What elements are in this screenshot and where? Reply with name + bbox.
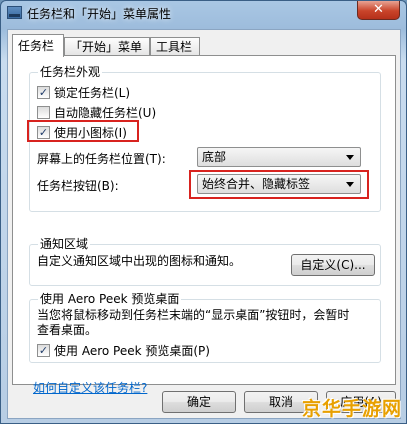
- notification-text: 自定义通知区域中出现的图标和通知。: [37, 254, 242, 268]
- small-icons-check-icon: ✓: [37, 126, 50, 139]
- autohide-label: 自动隐藏任务栏(U): [54, 106, 157, 120]
- autohide-checkbox[interactable]: 自动隐藏任务栏(U): [37, 104, 156, 121]
- aero-peek-label: 使用 Aero Peek 预览桌面(P): [54, 344, 210, 358]
- dialog-client-area: 任务栏 「开始」菜单 工具栏 任务栏外观 ✓ 锁定任务栏(L) 自动隐藏任务栏(…: [7, 29, 401, 419]
- watermark-logo: 京华手游网: [301, 398, 402, 420]
- tab-toolbars[interactable]: 工具栏: [150, 37, 200, 56]
- tab-panel-taskbar: 任务栏外观 ✓ 锁定任务栏(L) 自动隐藏任务栏(U) ✓ 使用小图标(I) 屏…: [12, 55, 396, 395]
- location-value: 底部: [202, 150, 227, 164]
- location-dropdown[interactable]: 底部: [197, 147, 361, 167]
- lock-taskbar-label: 锁定任务栏(L): [54, 86, 131, 100]
- close-button[interactable]: ✕: [357, 1, 400, 20]
- lock-taskbar-checkbox[interactable]: ✓ 锁定任务栏(L): [37, 84, 130, 101]
- small-icons-label: 使用小图标(I): [54, 126, 127, 140]
- aero-peek-legend: 使用 Aero Peek 预览桌面: [38, 292, 182, 306]
- aero-peek-desc-line2: 查看桌面。: [37, 323, 98, 337]
- customize-button[interactable]: 自定义(C)...: [291, 254, 375, 276]
- autohide-box-icon: [37, 106, 50, 119]
- dialog-window: 任务栏和「开始」菜单属性 ✕ 任务栏 「开始」菜单 工具栏 任务栏外观 ✓ 锁定…: [0, 0, 407, 424]
- help-link[interactable]: 如何自定义该任务栏?: [33, 379, 147, 396]
- tab-taskbar[interactable]: 任务栏: [12, 34, 64, 57]
- lock-check-icon: ✓: [37, 86, 50, 99]
- appearance-legend: 任务栏外观: [38, 65, 103, 79]
- taskbar-buttons-value: 始终合并、隐藏标签: [202, 177, 311, 191]
- ok-button[interactable]: 确定: [162, 391, 236, 413]
- notification-legend: 通知区域: [38, 237, 91, 251]
- tab-start-menu[interactable]: 「开始」菜单: [64, 37, 150, 56]
- small-icons-checkbox[interactable]: ✓ 使用小图标(I): [37, 124, 127, 141]
- taskbar-buttons-dropdown[interactable]: 始终合并、隐藏标签: [197, 174, 361, 194]
- window-title: 任务栏和「开始」菜单属性: [27, 7, 172, 21]
- aero-peek-check-icon: ✓: [37, 344, 50, 357]
- chevron-down-icon: [346, 155, 354, 160]
- location-label: 屏幕上的任务栏位置(T):: [37, 152, 166, 166]
- chevron-down-icon: [346, 182, 354, 187]
- taskbar-app-icon: [7, 6, 22, 19]
- aero-peek-checkbox[interactable]: ✓ 使用 Aero Peek 预览桌面(P): [37, 342, 210, 359]
- buttons-label: 任务栏按钮(B):: [37, 179, 119, 193]
